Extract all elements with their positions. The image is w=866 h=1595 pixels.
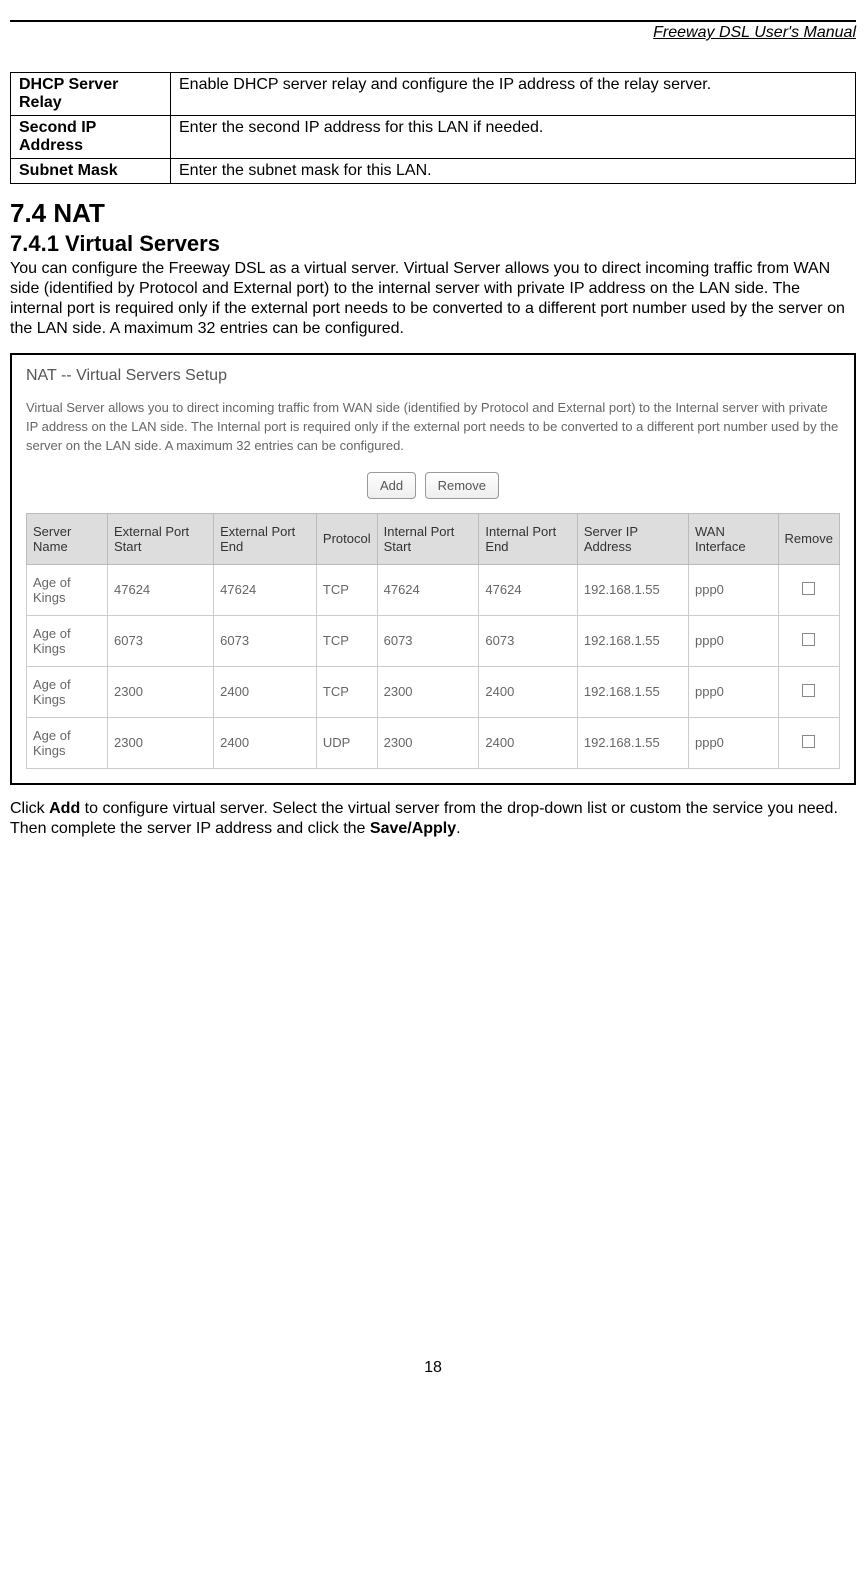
table-row: DHCP Server Relay Enable DHCP server rel… [11, 73, 856, 116]
remove-checkbox[interactable] [802, 633, 815, 646]
section-heading: 7.4 NAT [10, 198, 856, 229]
cell-ips: 47624 [377, 564, 479, 615]
col-server-ip: Server IP Address [577, 513, 688, 564]
def-label: Subnet Mask [11, 159, 171, 184]
cell-server-name: Age of Kings [27, 564, 108, 615]
def-desc: Enter the second IP address for this LAN… [171, 116, 856, 159]
cell-remove [778, 717, 839, 768]
instruction-paragraph: Click Add to configure virtual server. S… [10, 799, 856, 839]
cell-epe: 2400 [214, 666, 317, 717]
cell-epe: 6073 [214, 615, 317, 666]
col-remove: Remove [778, 513, 839, 564]
section-intro: You can configure the Freeway DSL as a v… [10, 259, 856, 339]
bold-add: Add [49, 800, 80, 817]
cell-ipe: 2400 [479, 666, 577, 717]
table-row: Age of Kings 2300 2400 UDP 2300 2400 192… [27, 717, 840, 768]
cell-ips: 6073 [377, 615, 479, 666]
add-button[interactable]: Add [367, 472, 416, 499]
cell-ipe: 2400 [479, 717, 577, 768]
screenshot-panel: NAT -- Virtual Servers Setup Virtual Ser… [10, 353, 856, 785]
cell-eps: 2300 [108, 717, 214, 768]
remove-checkbox[interactable] [802, 684, 815, 697]
cell-remove [778, 615, 839, 666]
bold-save-apply: Save/Apply [370, 820, 456, 837]
cell-proto: TCP [316, 564, 377, 615]
screenshot-description: Virtual Server allows you to direct inco… [26, 399, 840, 456]
cell-server-name: Age of Kings [27, 666, 108, 717]
text: Click [10, 800, 49, 817]
cell-wan: ppp0 [688, 717, 778, 768]
cell-ips: 2300 [377, 666, 479, 717]
cell-ipe: 6073 [479, 615, 577, 666]
col-protocol: Protocol [316, 513, 377, 564]
cell-epe: 2400 [214, 717, 317, 768]
remove-checkbox[interactable] [802, 582, 815, 595]
col-server-name: Server Name [27, 513, 108, 564]
definition-table: DHCP Server Relay Enable DHCP server rel… [10, 72, 856, 184]
cell-wan: ppp0 [688, 666, 778, 717]
table-header-row: Server Name External Port Start External… [27, 513, 840, 564]
cell-proto: TCP [316, 666, 377, 717]
cell-proto: UDP [316, 717, 377, 768]
cell-wan: ppp0 [688, 564, 778, 615]
cell-proto: TCP [316, 615, 377, 666]
table-row: Second IP Address Enter the second IP ad… [11, 116, 856, 159]
subsection-heading: 7.4.1 Virtual Servers [10, 231, 856, 257]
col-ext-port-start: External Port Start [108, 513, 214, 564]
remove-checkbox[interactable] [802, 735, 815, 748]
table-row: Age of Kings 2300 2400 TCP 2300 2400 192… [27, 666, 840, 717]
col-ext-port-end: External Port End [214, 513, 317, 564]
cell-remove [778, 666, 839, 717]
virtual-servers-table: Server Name External Port Start External… [26, 513, 840, 769]
col-int-port-end: Internal Port End [479, 513, 577, 564]
cell-remove [778, 564, 839, 615]
text: . [456, 820, 460, 837]
manual-title: Freeway DSL User's Manual [10, 24, 856, 42]
cell-epe: 47624 [214, 564, 317, 615]
screenshot-title: NAT -- Virtual Servers Setup [26, 367, 840, 385]
cell-ipe: 47624 [479, 564, 577, 615]
remove-button[interactable]: Remove [425, 472, 499, 499]
def-desc: Enter the subnet mask for this LAN. [171, 159, 856, 184]
screenshot-button-row: Add Remove [26, 472, 840, 499]
page-number: 18 [10, 1359, 856, 1377]
table-row: Age of Kings 47624 47624 TCP 47624 47624… [27, 564, 840, 615]
cell-eps: 2300 [108, 666, 214, 717]
cell-ips: 2300 [377, 717, 479, 768]
cell-ip: 192.168.1.55 [577, 615, 688, 666]
cell-wan: ppp0 [688, 615, 778, 666]
cell-server-name: Age of Kings [27, 717, 108, 768]
cell-ip: 192.168.1.55 [577, 666, 688, 717]
def-label: DHCP Server Relay [11, 73, 171, 116]
cell-ip: 192.168.1.55 [577, 717, 688, 768]
cell-eps: 47624 [108, 564, 214, 615]
def-label: Second IP Address [11, 116, 171, 159]
col-int-port-start: Internal Port Start [377, 513, 479, 564]
cell-eps: 6073 [108, 615, 214, 666]
table-row: Subnet Mask Enter the subnet mask for th… [11, 159, 856, 184]
cell-server-name: Age of Kings [27, 615, 108, 666]
col-wan-interface: WAN Interface [688, 513, 778, 564]
cell-ip: 192.168.1.55 [577, 564, 688, 615]
header-rule [10, 20, 856, 22]
table-row: Age of Kings 6073 6073 TCP 6073 6073 192… [27, 615, 840, 666]
def-desc: Enable DHCP server relay and configure t… [171, 73, 856, 116]
